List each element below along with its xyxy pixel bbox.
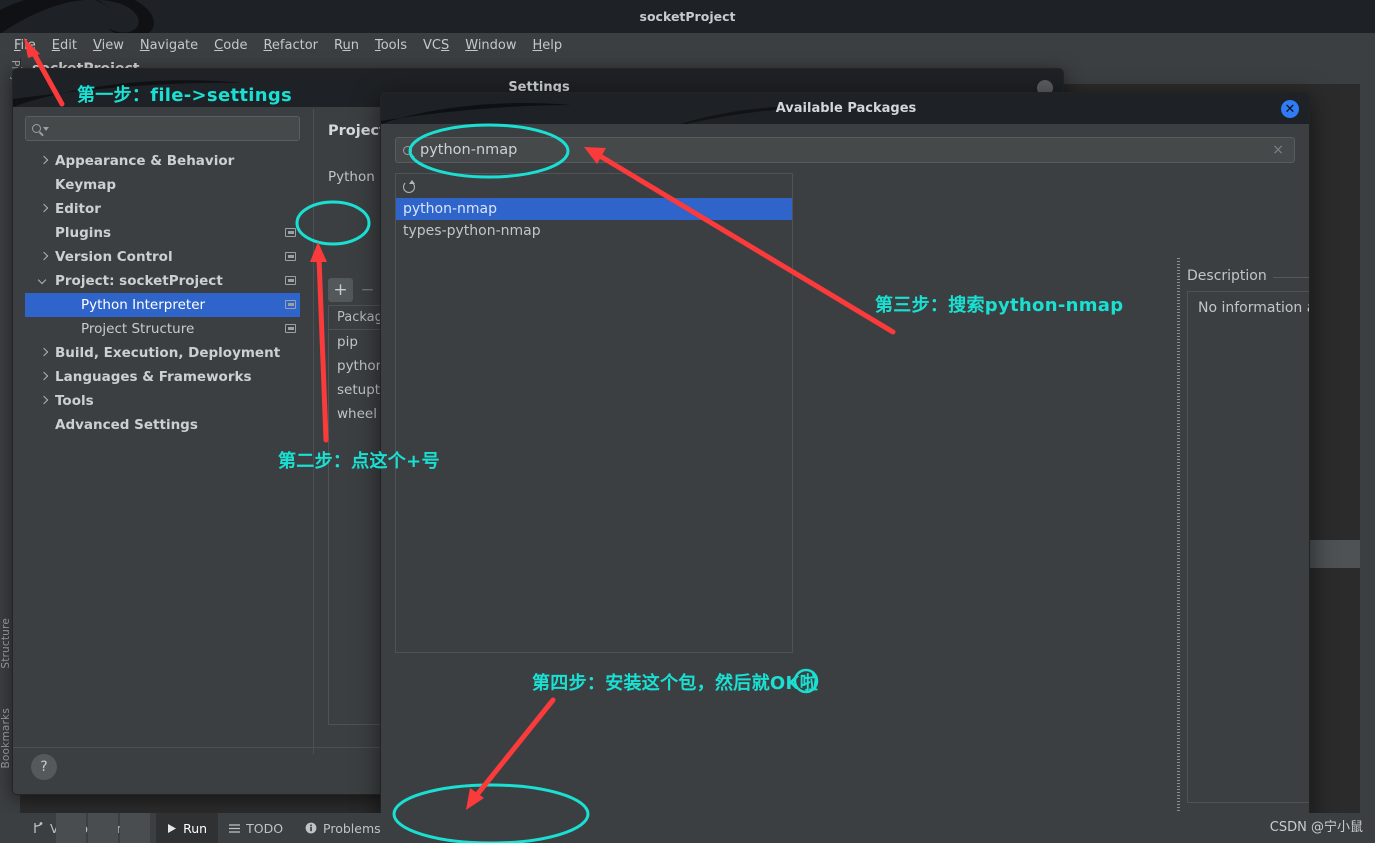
close-icon[interactable]: ✕: [1281, 100, 1299, 118]
settings-search-input[interactable]: [25, 116, 300, 141]
sidebar-item-label: Python Interpreter: [81, 297, 206, 313]
project-scope-icon: [285, 252, 296, 261]
chevron-right-icon[interactable]: [39, 396, 49, 406]
status-slot-b: [88, 813, 118, 843]
menu-item-refactor[interactable]: Refactor: [255, 36, 326, 55]
ide-title-bar: socketProject: [0, 0, 1375, 33]
list-item[interactable]: types-python-nmap: [396, 220, 792, 242]
chevron-down-icon: [43, 126, 49, 131]
play-icon: [168, 823, 177, 833]
available-packages-list[interactable]: python-nmap types-python-nmap: [395, 173, 793, 653]
sidebar-item-version-control[interactable]: Version Control: [25, 245, 300, 269]
window-title: socketProject: [639, 9, 736, 24]
menu-item-vcs[interactable]: VCS: [415, 36, 457, 55]
annotation-step2-text: 第二步：点这个+号: [278, 451, 440, 472]
csdn-watermark: CSDN @宁小鼠: [1269, 820, 1363, 835]
annotation-step3-text: 第三步：搜索python-nmap: [875, 295, 1124, 316]
list-item[interactable]: python-nmap: [396, 198, 792, 220]
status-tab-label: Run: [183, 820, 208, 836]
sidebar-item-label: Version Control: [55, 249, 173, 265]
sidebar-item-keymap[interactable]: Keymap: [25, 173, 300, 197]
settings-category-tree[interactable]: Appearance & Behavior Keymap Editor Plug…: [25, 149, 300, 749]
sidebar-item-python-interpreter[interactable]: Python Interpreter: [25, 293, 300, 317]
sidebar-item-label: Keymap: [55, 177, 117, 193]
description-box: No information available: [1187, 291, 1309, 803]
status-bar: Version Control Run TODO: [0, 813, 1375, 843]
status-tab-run[interactable]: Run: [156, 813, 219, 843]
sidebar-item-label: Project Structure: [81, 321, 195, 337]
sidebar-item-build-execution-deployment[interactable]: Build, Execution, Deployment: [25, 341, 300, 365]
sidebar-item-tools[interactable]: Tools: [25, 389, 300, 413]
sidebar-item-project-structure[interactable]: Project Structure: [25, 317, 300, 341]
chevron-right-icon[interactable]: [39, 204, 49, 214]
search-input[interactable]: python-nmap ×: [395, 137, 1295, 163]
menu-item-run[interactable]: Run: [326, 36, 367, 55]
add-package-button[interactable]: +: [328, 278, 353, 302]
sidebar-item-advanced-settings[interactable]: Advanced Settings: [25, 413, 300, 437]
sidebar-item-project[interactable]: Project: socketProject: [25, 269, 300, 293]
right-toolwindow-stripe[interactable]: [1360, 58, 1375, 813]
remove-package-button[interactable]: −: [355, 278, 380, 302]
status-tab-label: Problems: [323, 820, 381, 836]
menu-item-help[interactable]: Help: [525, 36, 571, 55]
sidebar-item-editor[interactable]: Editor: [25, 197, 300, 221]
description-text: No information available: [1198, 300, 1309, 316]
editor-tab-strip[interactable]: [1308, 540, 1360, 568]
sidebar-item-plugins[interactable]: Plugins: [25, 221, 300, 245]
available-packages-dialog: Available Packages ✕ python-nmap × pytho…: [380, 92, 1310, 843]
menu-item-tools[interactable]: Tools: [367, 36, 415, 55]
refresh-icon[interactable]: [402, 179, 415, 193]
sidebar-item-label: Appearance & Behavior: [55, 153, 235, 169]
chevron-right-icon[interactable]: [39, 348, 49, 358]
status-tab-label: TODO: [246, 820, 284, 836]
annotation-step4-text: 第四步：安装这个包，然后就OK啦: [532, 673, 819, 694]
chevron-right-icon[interactable]: [39, 252, 49, 262]
project-scope-icon: [285, 300, 296, 309]
chevron-down-icon[interactable]: [39, 276, 49, 286]
screenshot-root: socketProject File Edit View Navigate Co…: [0, 0, 1375, 843]
info-icon: [305, 822, 317, 834]
status-slot-a: [56, 813, 86, 843]
search-icon: [403, 145, 412, 155]
clear-search-icon[interactable]: ×: [1272, 142, 1284, 158]
sidebar-item-label: Advanced Settings: [55, 417, 198, 433]
sidebar-item-appearance-behavior[interactable]: Appearance & Behavior: [25, 149, 300, 173]
menu-item-file[interactable]: File: [6, 36, 44, 55]
sidebar-item-label: Languages & Frameworks: [55, 369, 252, 385]
sidebar-item-languages-frameworks[interactable]: Languages & Frameworks: [25, 365, 300, 389]
status-slot-c: [120, 813, 150, 843]
menu-item-view[interactable]: View: [85, 36, 132, 55]
package-list-toolbar[interactable]: [396, 174, 792, 198]
sidebar-item-label: Project: socketProject: [55, 273, 223, 289]
available-packages-title-bar: Available Packages ✕: [381, 93, 1309, 124]
menu-item-edit[interactable]: Edit: [44, 36, 85, 55]
annotation-step1-text: 第一步：file->settings: [77, 85, 293, 106]
menu-item-navigate[interactable]: Navigate: [132, 36, 206, 55]
search-icon: [32, 124, 41, 133]
status-tab-problems[interactable]: Problems: [294, 813, 392, 843]
chevron-right-icon[interactable]: [39, 156, 49, 166]
menu-item-code[interactable]: Code: [206, 36, 255, 55]
menu-item-window[interactable]: Window: [457, 36, 524, 55]
sidebar-item-label: Build, Execution, Deployment: [55, 345, 281, 361]
sidebar-item-label: Plugins: [55, 225, 112, 241]
splitter-handle[interactable]: [1175, 258, 1182, 842]
menu-bar[interactable]: File Edit View Navigate Code Refactor Ru…: [0, 33, 1375, 58]
list-icon: [229, 823, 241, 833]
description-label: Description: [1187, 268, 1273, 284]
available-packages-title: Available Packages: [775, 101, 917, 116]
help-icon[interactable]: ?: [31, 754, 57, 780]
chevron-right-icon[interactable]: [39, 372, 49, 382]
project-scope-icon: [285, 276, 296, 285]
status-tab-todo[interactable]: TODO: [218, 813, 294, 843]
branch-icon: [34, 822, 43, 833]
project-scope-icon: [285, 228, 296, 237]
project-scope-icon: [285, 324, 296, 333]
sidebar-item-label: Editor: [55, 201, 101, 217]
search-input-value[interactable]: python-nmap: [420, 142, 1272, 158]
